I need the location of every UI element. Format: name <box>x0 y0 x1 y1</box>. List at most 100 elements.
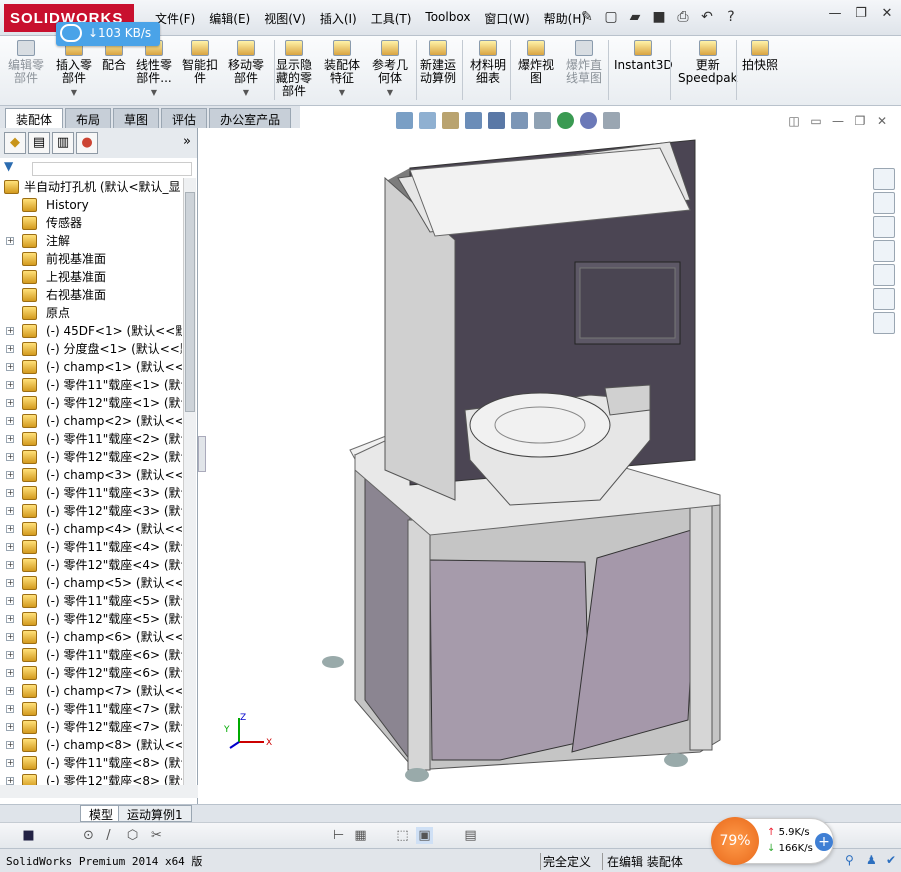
dynamic-annotation-icon[interactable] <box>488 112 505 129</box>
expand-icon[interactable]: + <box>6 327 14 335</box>
dropdown-arrow-icon[interactable]: ▼ <box>372 86 408 99</box>
view-settings-icon[interactable] <box>603 112 620 129</box>
tree-item[interactable]: + (-) 零件12"载座<4> (默认 <box>0 556 182 574</box>
display-style-icon[interactable] <box>534 112 551 129</box>
expand-icon[interactable]: + <box>6 705 14 713</box>
tree-item[interactable]: + (-) 零件11"载座<7> (默认 <box>0 700 182 718</box>
expand-icon[interactable]: + <box>6 633 14 641</box>
expand-icon[interactable]: + <box>6 489 14 497</box>
view-orientation-icon[interactable] <box>511 112 528 129</box>
tree-item[interactable]: + (-) 零件11"载座<5> (默认 <box>0 592 182 610</box>
expand-icon[interactable]: + <box>6 615 14 623</box>
file-explorer-icon[interactable] <box>873 240 895 262</box>
expand-icon[interactable]: + <box>6 525 14 533</box>
tree-item[interactable]: + (-) 45DF<1> (默认<<默认 <box>0 322 182 340</box>
ribbon-button-14[interactable]: 更新 Speedpak <box>678 40 738 85</box>
bottom-tab-0[interactable]: 模型 <box>80 805 123 822</box>
zoom-to-fit-icon[interactable] <box>396 112 413 129</box>
save-icon[interactable]: ■ <box>650 8 668 26</box>
command-tab-4[interactable]: 办公室产品 <box>209 108 292 128</box>
dropdown-arrow-icon[interactable]: ▼ <box>324 86 360 99</box>
tree-item[interactable]: + (-) champ<1> (默认<<默认 <box>0 358 182 376</box>
command-tab-0[interactable]: 装配体 <box>5 108 64 128</box>
settings-icon[interactable]: ✔ <box>886 853 896 867</box>
tree-root[interactable]: 半自动打孔机 (默认<默认_显 <box>0 178 182 196</box>
expand-icon[interactable]: + <box>6 453 14 461</box>
polygon-icon[interactable]: ⬡ <box>124 827 141 844</box>
ribbon-button-7[interactable]: 装配体 特征 ▼ <box>324 40 360 99</box>
dropdown-arrow-icon[interactable]: ▼ <box>228 86 264 99</box>
expand-icon[interactable]: + <box>6 777 14 785</box>
tree-item[interactable]: + (-) 零件11"载座<4> (默认 <box>0 538 182 556</box>
tree-item[interactable]: + (-) champ<3> (默认<<默认 <box>0 466 182 484</box>
ribbon-button-9[interactable]: 新建运 动算例 <box>420 40 456 85</box>
custom-properties-icon[interactable] <box>873 312 895 334</box>
configuration-manager-tab-icon[interactable]: ▥ <box>52 132 74 154</box>
dimension-icon[interactable]: ⊢ <box>330 827 347 844</box>
home-icon[interactable] <box>873 192 895 214</box>
expand-icon[interactable]: + <box>6 345 14 353</box>
expand-icon[interactable]: + <box>6 417 14 425</box>
expand-icon[interactable]: + <box>6 507 14 515</box>
appearances-icon[interactable] <box>873 288 895 310</box>
ribbon-button-4[interactable]: 智能扣 件 <box>182 40 218 85</box>
shaded-icon[interactable]: ▣ <box>416 827 433 844</box>
ribbon-button-0[interactable]: 编辑零 部件 <box>8 40 44 85</box>
tree-item[interactable]: + (-) 零件11"载座<1> (默认 <box>0 376 182 394</box>
expand-icon[interactable]: + <box>6 471 14 479</box>
tree-item[interactable]: + (-) champ<4> (默认<<默认 <box>0 520 182 538</box>
print-icon[interactable]: ⎙ <box>674 8 692 26</box>
resources-icon[interactable] <box>873 168 895 190</box>
ribbon-button-11[interactable]: 爆炸视 图 <box>518 40 554 85</box>
tree-item[interactable]: + (-) champ<7> (默认<<默认 <box>0 682 182 700</box>
new-document-icon[interactable]: ▢ <box>602 8 620 26</box>
menu-item-4[interactable]: 工具(T) <box>364 10 419 27</box>
view-palette-icon[interactable] <box>873 264 895 286</box>
expand-icon[interactable]: + <box>6 597 14 605</box>
ribbon-button-3[interactable]: 线性零 部件... ▼ <box>136 40 172 99</box>
open-folder-icon[interactable]: ▰ <box>626 8 644 26</box>
tree-item[interactable]: + (-) 零件11"载座<2> (默认 <box>0 430 182 448</box>
zoom-to-area-icon[interactable] <box>419 112 436 129</box>
viewport-split-icon[interactable]: ◫ <box>787 114 801 128</box>
tree-item[interactable]: + (-) 零件12"载座<2> (默认 <box>0 448 182 466</box>
command-tab-3[interactable]: 评估 <box>161 108 208 128</box>
expand-icon[interactable]: + <box>6 723 14 731</box>
tree-item[interactable]: + (-) 零件11"载座<6> (默认 <box>0 646 182 664</box>
add-icon[interactable]: + <box>815 833 833 851</box>
viewport-close-icon[interactable]: ✕ <box>875 114 889 128</box>
tree-item[interactable]: 前视基准面 <box>0 250 182 268</box>
tree-item[interactable]: + (-) 零件12"载座<3> (默认 <box>0 502 182 520</box>
menu-item-6[interactable]: 窗口(W) <box>477 10 536 27</box>
expand-icon[interactable]: + <box>6 687 14 695</box>
scene-icon[interactable] <box>580 112 597 129</box>
tree-item[interactable]: + (-) 零件12"载座<6> (默认 <box>0 664 182 682</box>
tree-item[interactable]: 原点 <box>0 304 182 322</box>
feature-manager-tab-icon[interactable]: ◆ <box>4 132 26 154</box>
line-icon[interactable]: / <box>100 827 117 844</box>
panel-splitter[interactable] <box>198 436 206 472</box>
close-icon[interactable]: ✕ <box>879 6 895 22</box>
tree-item[interactable]: History <box>0 196 182 214</box>
assembly-3d-model[interactable] <box>206 130 872 804</box>
expand-icon[interactable]: + <box>6 381 14 389</box>
dropdown-arrow-icon[interactable]: ▼ <box>56 86 92 99</box>
trim-icon[interactable]: ✂ <box>148 827 165 844</box>
expand-icon[interactable]: + <box>6 561 14 569</box>
expand-icon[interactable]: + <box>6 741 14 749</box>
ribbon-button-15[interactable]: 拍快照 <box>742 40 778 72</box>
tree-item[interactable]: 上视基准面 <box>0 268 182 286</box>
display-manager-tab-icon[interactable]: ● <box>76 132 98 154</box>
tree-horizontal-scrollbar[interactable] <box>0 785 198 798</box>
expand-icon[interactable]: + <box>6 237 14 245</box>
undo-icon[interactable]: ↶ <box>698 8 716 26</box>
point-icon[interactable]: ⊙ <box>80 827 97 844</box>
tree-item[interactable]: + (-) 零件11"载座<8> (默认 <box>0 754 182 772</box>
grid-icon[interactable]: ▦ <box>352 827 369 844</box>
tree-item[interactable]: 传感器 <box>0 214 182 232</box>
tree-item[interactable]: 右视基准面 <box>0 286 182 304</box>
menu-item-1[interactable]: 编辑(E) <box>202 10 257 27</box>
expand-icon[interactable]: + <box>6 399 14 407</box>
filter-icon[interactable]: ▼ <box>4 159 13 173</box>
appearance-icon[interactable] <box>557 112 574 129</box>
